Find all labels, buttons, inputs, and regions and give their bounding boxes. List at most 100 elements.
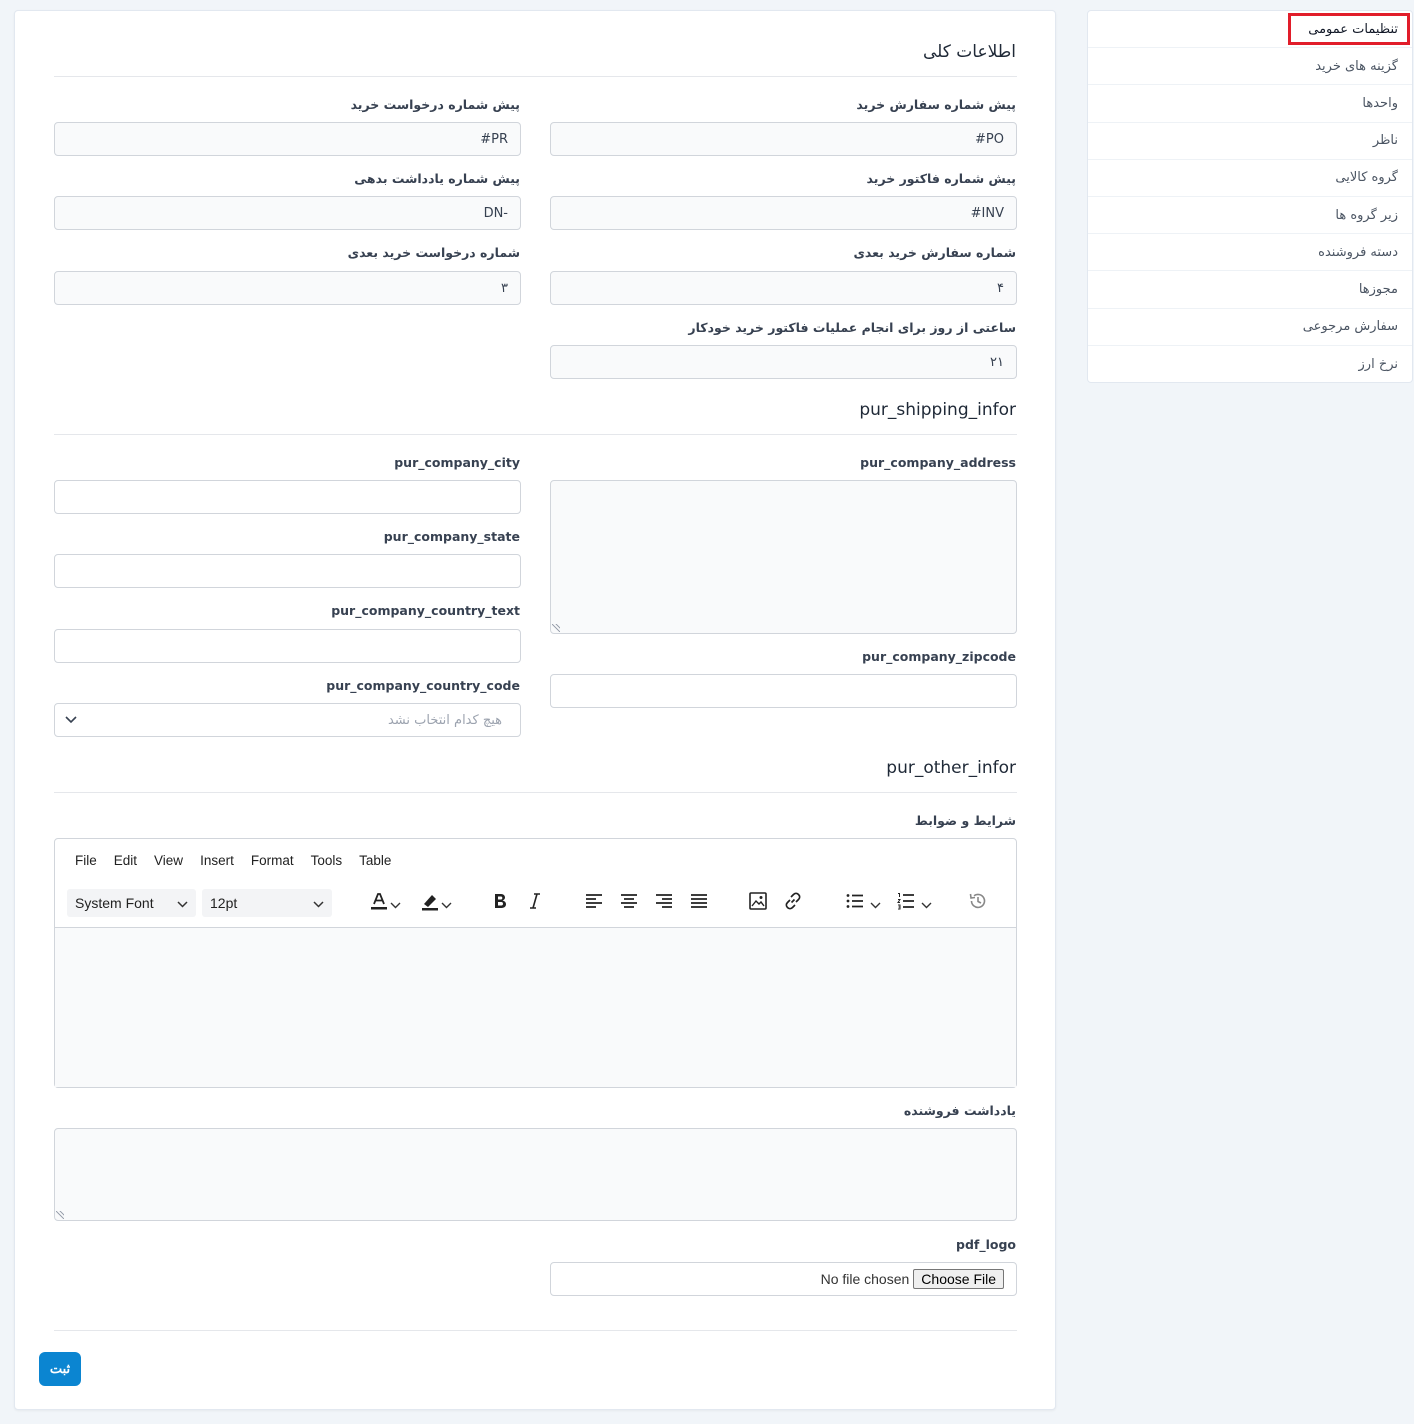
terms-label: شرایط و ضوابط — [914, 813, 1016, 828]
inv-prefix-label: پیش شماره فاکتور خرید — [866, 171, 1016, 186]
sidebar-item-label: ناظر — [1372, 133, 1398, 149]
pr-prefix-label: پیش شماره درخواست خرید — [350, 97, 520, 112]
sidebar-item-approver[interactable]: ناظر — [1088, 123, 1412, 160]
company-zipcode-label: pur_company_zipcode — [862, 649, 1016, 664]
settings-panel: اطلاعات کلی پیش شماره سفارش خرید #PO پیش… — [14, 10, 1056, 1410]
general-section-title: اطلاعات کلی — [922, 42, 1016, 62]
resize-handle[interactable] — [56, 1211, 64, 1219]
font-size-select[interactable]: 12pt — [202, 889, 332, 917]
resize-handle[interactable] — [552, 624, 560, 632]
editor-content-area[interactable] — [55, 927, 1016, 1087]
next-po-value: ۴ — [997, 280, 1004, 296]
vendor-note-textarea[interactable] — [54, 1128, 1017, 1221]
history-icon — [968, 891, 988, 915]
text-color-button[interactable] — [361, 889, 407, 917]
menu-edit[interactable]: Edit — [114, 853, 137, 868]
align-center-button[interactable] — [616, 889, 642, 917]
highlight-color-button[interactable] — [412, 889, 458, 917]
file-status-text: No file chosen — [820, 1271, 910, 1287]
align-justify-button[interactable] — [686, 889, 712, 917]
sidebar-item-item-groups[interactable]: گروه کالایی — [1088, 160, 1412, 197]
pdf-logo-label: pdf_logo — [956, 1237, 1016, 1252]
po-prefix-label: پیش شماره سفارش خرید — [856, 97, 1016, 112]
next-pr-label: شماره درخواست خرید بعدی — [347, 245, 520, 260]
insert-image-button[interactable] — [745, 889, 771, 917]
menu-view[interactable]: View — [154, 853, 183, 868]
choose-file-button[interactable]: Choose File — [913, 1269, 1004, 1289]
company-zipcode-input[interactable] — [550, 674, 1017, 708]
dn-prefix-input[interactable]: DN- — [54, 196, 521, 230]
sidebar-item-exchange-rate[interactable]: نرخ ارز — [1088, 346, 1412, 383]
italic-icon — [528, 892, 542, 914]
link-icon — [783, 891, 803, 915]
next-pr-value: ۳ — [501, 280, 508, 296]
shipping-section-title: pur_shipping_infor — [859, 400, 1016, 420]
submit-button[interactable]: ثبت — [39, 1352, 81, 1386]
align-left-icon — [585, 893, 603, 913]
font-size-value: 12pt — [210, 895, 238, 911]
sidebar-item-vendor-category[interactable]: دسته فروشنده — [1088, 234, 1412, 272]
bullet-list-button[interactable] — [841, 889, 885, 917]
bold-icon — [492, 892, 508, 914]
highlighter-icon — [419, 890, 441, 916]
company-address-textarea[interactable] — [550, 480, 1017, 634]
other-section-title: pur_other_infor — [886, 758, 1016, 778]
insert-link-button[interactable] — [780, 889, 806, 917]
sidebar-item-return-orders[interactable]: سفارش مرجوعی — [1088, 309, 1412, 346]
company-state-label: pur_company_state — [383, 529, 520, 544]
auto-invoice-hour-value: ۲۱ — [990, 354, 1004, 370]
next-po-input[interactable]: ۴ — [550, 271, 1017, 305]
divider — [54, 76, 1017, 77]
font-family-select[interactable]: System Font — [67, 889, 196, 917]
sidebar-item-label: زیر گروه ها — [1335, 207, 1398, 223]
align-right-icon — [655, 893, 673, 913]
company-country-code-label: pur_company_country_code — [326, 678, 520, 693]
auto-invoice-hour-input[interactable]: ۲۱ — [550, 345, 1017, 379]
company-country-code-select[interactable]: هیچ کدام انتخاب نشد — [54, 703, 521, 737]
sidebar-item-purchase-options[interactable]: گزینه های خرید — [1088, 48, 1412, 86]
menu-format[interactable]: Format — [251, 853, 294, 868]
align-left-button[interactable] — [581, 889, 607, 917]
bold-button[interactable] — [487, 889, 513, 917]
divider — [54, 434, 1017, 435]
chevron-down-icon — [177, 895, 188, 911]
divider — [54, 1330, 1017, 1331]
inv-prefix-input[interactable]: #INV — [550, 196, 1017, 230]
sidebar-item-permissions[interactable]: مجوزها — [1088, 271, 1412, 309]
settings-sidebar: تنظیمات عمومی گزینه های خرید واحدها ناظر… — [1087, 10, 1413, 383]
sidebar-item-label: نرخ ارز — [1358, 356, 1398, 372]
sidebar-item-label: دسته فروشنده — [1318, 244, 1398, 260]
divider — [54, 792, 1017, 793]
po-prefix-input[interactable]: #PO — [550, 122, 1017, 156]
pr-prefix-input[interactable]: #PR — [54, 122, 521, 156]
italic-button[interactable] — [522, 889, 548, 917]
font-family-value: System Font — [75, 895, 154, 911]
sidebar-item-label: گروه کالایی — [1335, 170, 1398, 186]
editor-menubar: File Edit View Insert Format Tools Table — [75, 853, 408, 868]
dn-prefix-value: DN- — [483, 205, 508, 221]
menu-table[interactable]: Table — [359, 853, 391, 868]
country-code-placeholder: هیچ کدام انتخاب نشد — [387, 712, 502, 728]
next-pr-input[interactable]: ۳ — [54, 271, 521, 305]
numbered-list-button[interactable] — [892, 889, 936, 917]
company-state-input[interactable] — [54, 554, 521, 588]
align-right-button[interactable] — [651, 889, 677, 917]
next-po-label: شماره سفارش خرید بعدی — [853, 245, 1016, 260]
image-icon — [748, 891, 768, 915]
company-country-text-input[interactable] — [54, 629, 521, 663]
company-city-input[interactable] — [54, 480, 521, 514]
sidebar-item-subgroups[interactable]: زیر گروه ها — [1088, 197, 1412, 235]
restore-draft-button[interactable] — [965, 889, 991, 917]
active-highlight — [1288, 13, 1410, 45]
menu-file[interactable]: File — [75, 853, 97, 868]
sidebar-item-units[interactable]: واحدها — [1088, 85, 1412, 123]
pdf-logo-file-input[interactable]: No file chosen Choose File — [550, 1262, 1017, 1296]
menu-tools[interactable]: Tools — [311, 853, 343, 868]
sidebar-item-label: گزینه های خرید — [1315, 58, 1398, 74]
sidebar-item-general-settings[interactable]: تنظیمات عمومی — [1088, 11, 1412, 49]
chevron-down-icon — [870, 894, 881, 913]
po-prefix-value: #PO — [975, 131, 1004, 147]
inv-prefix-value: #INV — [970, 205, 1004, 221]
menu-insert[interactable]: Insert — [200, 853, 234, 868]
company-city-label: pur_company_city — [394, 455, 520, 470]
